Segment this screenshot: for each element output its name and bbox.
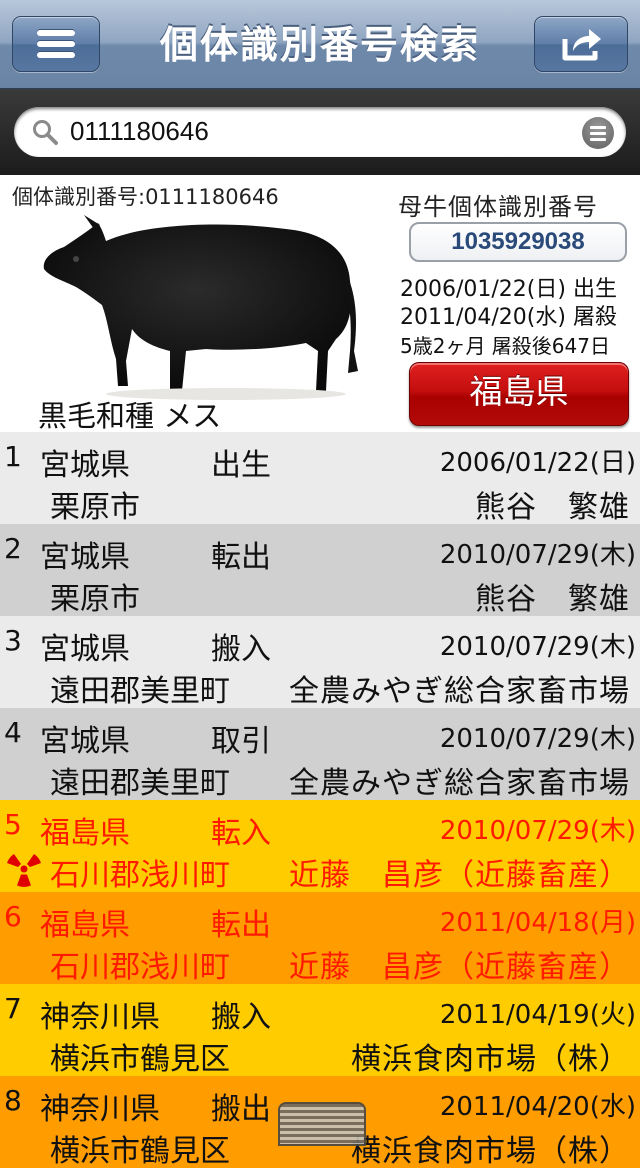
- row-prefecture: 宮城県: [40, 724, 130, 759]
- row-owner: 熊谷 繁雄: [475, 490, 630, 525]
- list-item[interactable]: 6 福島県 転出 2011/04/18(月) 石川郡浅川町 近藤 昌彦（近藤畜産…: [0, 892, 640, 985]
- share-button[interactable]: [534, 16, 628, 72]
- row-date: 2011/04/18(月): [439, 908, 636, 938]
- row-owner: 近藤 昌彦（近藤畜産）: [289, 858, 630, 893]
- radiation-icon: [7, 854, 41, 887]
- row-owner: 全農みやぎ総合家畜市場: [289, 674, 630, 709]
- row-date: 2010/07/29(木): [439, 724, 636, 754]
- row-prefecture: 福島県: [40, 816, 130, 851]
- row-number: 8: [4, 1084, 22, 1117]
- age-info: 5歳2ヶ月 屠殺後647日: [400, 334, 610, 358]
- list-item[interactable]: 2 宮城県 転出 2010/07/29(木) 栗原市 熊谷 繁雄: [0, 524, 640, 617]
- slaughter-date: 2011/04/20(水) 屠殺: [400, 305, 617, 330]
- list-icon[interactable]: [582, 117, 614, 149]
- menu-button[interactable]: [12, 16, 100, 72]
- prefecture-button[interactable]: 福島県: [409, 362, 629, 426]
- row-city: 栗原市: [50, 490, 140, 525]
- cow-photo: [43, 215, 358, 400]
- row-date: 2010/07/29(木): [439, 540, 636, 570]
- row-event: 搬入: [211, 632, 271, 667]
- breed-sex: 黒毛和種 メス: [38, 399, 222, 433]
- row-city: 遠田郡美里町: [50, 766, 230, 801]
- list-item[interactable]: 5 福島県 転入 2010/07/29(木) 石川郡浅川町 近藤 昌彦（近藤畜産…: [0, 800, 640, 893]
- row-prefecture: 福島県: [40, 908, 130, 943]
- cattle-detail: 個体識別番号:0111180646 黒毛和種 メス 母牛個体識別番号 10359…: [0, 175, 640, 433]
- row-city: 栗原市: [50, 582, 140, 617]
- row-owner: 横浜食肉市場（株）: [351, 1134, 630, 1169]
- row-prefecture: 宮城県: [40, 632, 130, 667]
- row-event: 出生: [211, 448, 271, 483]
- row-date: 2010/07/29(木): [439, 632, 636, 662]
- hamburger-menu-icon: [37, 30, 75, 58]
- row-city: 石川郡浅川町: [50, 858, 230, 893]
- row-city: 遠田郡美里町: [50, 674, 230, 709]
- share-export-icon: [562, 29, 601, 61]
- drag-handle[interactable]: [278, 1102, 366, 1146]
- search-value: 0111180646: [70, 116, 209, 146]
- row-event: 取引: [211, 724, 271, 759]
- row-number: 5: [4, 808, 22, 841]
- list-item[interactable]: 7 神奈川県 搬入 2011/04/19(火) 横浜市鶴見区 横浜食肉市場（株）: [0, 984, 640, 1077]
- row-owner: 横浜食肉市場（株）: [351, 1042, 630, 1077]
- page-title: 個体識別番号検索: [159, 23, 480, 67]
- row-number: 3: [4, 624, 22, 657]
- row-city: 横浜市鶴見区: [50, 1134, 230, 1169]
- row-event: 転入: [211, 816, 271, 851]
- row-event: 転出: [211, 908, 271, 943]
- row-owner: 近藤 昌彦（近藤畜産）: [289, 950, 630, 985]
- row-prefecture: 宮城県: [40, 540, 130, 575]
- row-number: 2: [4, 532, 22, 565]
- list-item[interactable]: 4 宮城県 取引 2010/07/29(木) 遠田郡美里町 全農みやぎ総合家畜市…: [0, 708, 640, 801]
- history-list: 1 宮城県 出生 2006/01/22(日) 栗原市 熊谷 繁雄 2 宮城県 転…: [0, 432, 640, 1169]
- navigation-bar: 個体識別番号検索: [0, 0, 640, 89]
- row-number: 1: [4, 440, 22, 473]
- row-event: 搬出: [211, 1092, 271, 1127]
- row-event: 転出: [211, 540, 271, 575]
- row-date: 2011/04/19(火): [439, 1000, 636, 1030]
- search-bar: 0111180646: [0, 89, 640, 175]
- row-prefecture: 宮城県: [40, 448, 130, 483]
- row-date: 2011/04/20(水): [439, 1092, 636, 1122]
- search-icon: [33, 120, 58, 145]
- row-number: 7: [4, 992, 22, 1025]
- row-date: 2010/07/29(木): [439, 816, 636, 846]
- mother-id-label: 母牛個体識別番号: [398, 193, 598, 221]
- row-city: 石川郡浅川町: [50, 950, 230, 985]
- row-owner: 熊谷 繁雄: [475, 582, 630, 617]
- row-city: 横浜市鶴見区: [50, 1042, 230, 1077]
- row-number: 6: [4, 900, 22, 933]
- row-prefecture: 神奈川県: [40, 1000, 160, 1035]
- list-item[interactable]: 1 宮城県 出生 2006/01/22(日) 栗原市 熊谷 繁雄: [0, 432, 640, 525]
- row-date: 2006/01/22(日): [439, 448, 636, 478]
- row-owner: 全農みやぎ総合家畜市場: [289, 766, 630, 801]
- row-number: 4: [4, 716, 22, 749]
- row-event: 搬入: [211, 1000, 271, 1035]
- list-item[interactable]: 3 宮城県 搬入 2010/07/29(木) 遠田郡美里町 全農みやぎ総合家畜市…: [0, 616, 640, 709]
- mother-id-button[interactable]: 1035929038: [409, 222, 627, 262]
- row-prefecture: 神奈川県: [40, 1092, 160, 1127]
- search-input[interactable]: 0111180646: [14, 107, 626, 157]
